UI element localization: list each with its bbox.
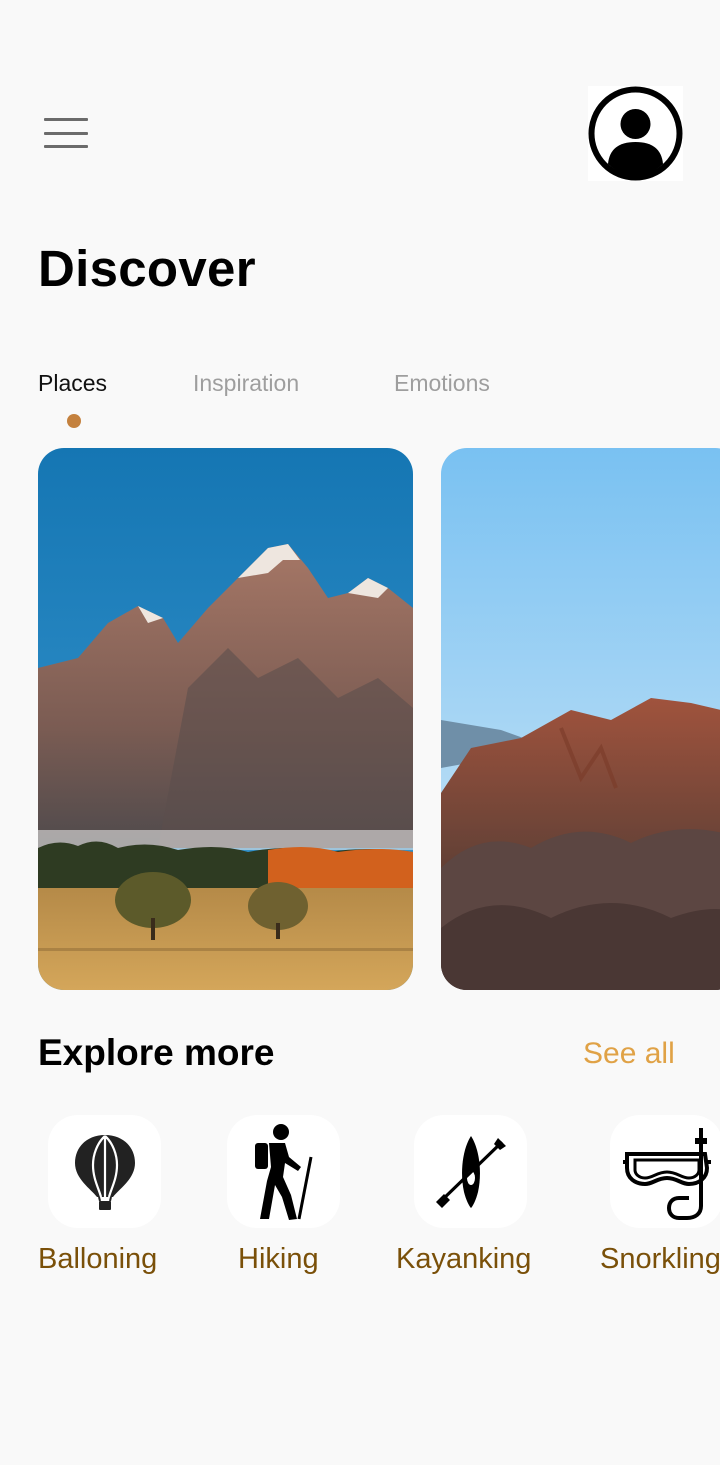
menu-line (44, 145, 88, 148)
category-kayanking[interactable]: Kayanking (396, 1115, 554, 1275)
category-icon-tile[interactable] (610, 1115, 720, 1228)
desert-badlands-photo (441, 448, 720, 990)
category-icon-tile[interactable] (414, 1115, 527, 1228)
tab-emotions[interactable]: Emotions (394, 366, 490, 400)
category-label: Kayanking (396, 1243, 532, 1275)
snowy-mountain-peaks-photo (38, 448, 413, 990)
page-title: Discover (38, 240, 256, 297)
hiker-icon (254, 1123, 312, 1220)
category-label: Hiking (238, 1243, 319, 1275)
tab-inspiration[interactable]: Inspiration (193, 366, 299, 400)
category-label: Snorkling (600, 1243, 720, 1275)
kayak-icon (435, 1135, 506, 1208)
menu-line (44, 131, 88, 135)
menu-line (44, 118, 88, 121)
place-card[interactable] (441, 448, 720, 990)
profile-avatar-button[interactable] (588, 86, 683, 181)
hot-air-balloon-icon (74, 1134, 135, 1210)
snorkel-mask-icon (622, 1127, 711, 1220)
category-snorkling[interactable]: Snorkling (600, 1115, 720, 1275)
user-profile-icon (588, 86, 683, 181)
category-icon-tile[interactable] (227, 1115, 340, 1228)
tab-places[interactable]: Places (38, 366, 107, 400)
category-balloning[interactable]: Balloning (38, 1115, 188, 1275)
see-all-link[interactable]: See all (583, 1032, 675, 1076)
explore-more-title: Explore more (38, 1032, 275, 1073)
category-hiking[interactable]: Hiking (227, 1115, 367, 1275)
place-card[interactable] (38, 448, 413, 990)
category-label: Balloning (38, 1243, 158, 1275)
menu-button[interactable] (44, 118, 88, 148)
active-tab-indicator (67, 414, 81, 428)
category-icon-tile[interactable] (48, 1115, 161, 1228)
